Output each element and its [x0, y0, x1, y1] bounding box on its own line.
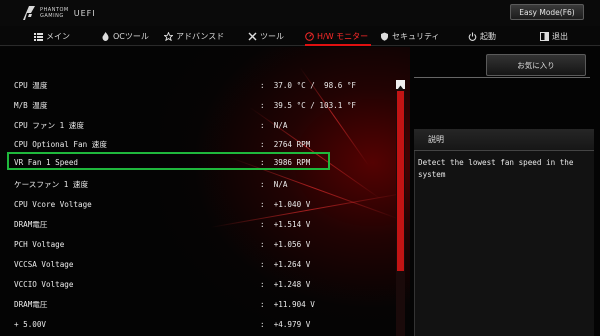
row-value: : +1.514 V [260, 219, 311, 229]
row-value: : +4.979 V [260, 319, 311, 329]
star-icon [164, 31, 173, 41]
tab-label: ツール [260, 31, 284, 41]
tab-oc-tools[interactable]: OCツール [101, 29, 149, 43]
tab-advanced[interactable]: アドバンスド [164, 29, 224, 43]
tab-label: アドバンスド [176, 31, 225, 41]
monitor-row-vccsa-voltage[interactable]: VCCSA Voltage : +1.264 V [14, 256, 394, 272]
row-value: : N/A [260, 120, 288, 130]
monitor-row-cpu-fan-1[interactable]: CPU ファン 1 速度 : N/A [14, 117, 394, 133]
selection-highlight [7, 152, 330, 170]
row-label: CPU Optional Fan 速度 [14, 139, 107, 149]
row-label: DRAM電圧 [14, 299, 48, 309]
top-bar: PHANTOM GAMING UEFI Easy Mode(F6) [0, 0, 600, 26]
tab-label: H/W モニター [317, 31, 369, 41]
hw-monitor-panel: CPU 温度 : 37.0 °C / 98.6 °F M/B 温度 : 39.5… [0, 47, 600, 336]
row-label: VCCSA Voltage [14, 259, 74, 269]
row-label: CPU Vcore Voltage [14, 199, 92, 209]
tab-label: 起動 [480, 31, 496, 41]
row-label: M/B 温度 [14, 100, 48, 110]
easy-mode-button[interactable]: Easy Mode(F6) [510, 4, 584, 20]
logo-line-2: GAMING [40, 13, 64, 19]
tab-boot[interactable]: 起動 [468, 29, 496, 43]
row-label: PCH Voltage [14, 239, 65, 249]
tab-hw-monitor[interactable]: H/W モニター [305, 29, 368, 43]
row-label: VCCIO Voltage [14, 279, 74, 289]
main-navigation: メイン OCツール アドバンスド ツール H/W モニター セキュリティ 起動 … [0, 26, 600, 46]
description-text: Detect the lowest fan speed in the syste… [418, 158, 574, 179]
row-value: : N/A [260, 179, 288, 189]
monitor-row-cpu-temp[interactable]: CPU 温度 : 37.0 °C / 98.6 °F [14, 77, 394, 93]
tab-label: メイン [46, 31, 70, 41]
tab-main[interactable]: メイン [34, 29, 70, 43]
row-label: ケースファン 1 速度 [14, 179, 89, 189]
row-value: : +1.040 V [260, 199, 311, 209]
tab-tools[interactable]: ツール [248, 29, 284, 43]
monitor-row-mb-temp[interactable]: M/B 温度 : 39.5 °C / 103.1 °F [14, 97, 394, 113]
flame-icon [101, 31, 110, 41]
tab-exit[interactable]: 退出 [540, 29, 568, 43]
monitor-row-vccio-voltage[interactable]: VCCIO Voltage : +1.248 V [14, 276, 394, 292]
monitor-row-cpu-vcore[interactable]: CPU Vcore Voltage : +1.040 V [14, 196, 394, 212]
row-value: : +11.904 V [260, 299, 315, 309]
power-icon [468, 32, 477, 41]
scrollbar-thumb[interactable] [397, 91, 404, 271]
tab-label: 退出 [552, 31, 568, 41]
row-label: CPU ファン 1 速度 [14, 120, 84, 130]
row-label: + 5.00V [14, 319, 47, 329]
favorites-button[interactable]: お気に入り [486, 54, 586, 76]
row-value: : 2764 RPM [260, 139, 311, 149]
monitor-row-5v[interactable]: + 5.00V : +4.979 V [14, 316, 394, 332]
asrock-phantom-gaming-logo: PHANTOM GAMING UEFI [22, 4, 96, 22]
tab-label: セキュリティ [392, 31, 440, 41]
monitor-row-pch-voltage[interactable]: PCH Voltage : +1.056 V [14, 236, 394, 252]
scroll-up-button[interactable] [396, 80, 405, 90]
monitor-row-case-fan-1[interactable]: ケースファン 1 速度 : N/A [14, 176, 394, 192]
tab-security[interactable]: セキュリティ [380, 29, 440, 43]
monitor-gauge-icon [305, 31, 314, 41]
tab-label: OCツール [113, 31, 149, 41]
row-value: : 39.5 °C / 103.1 °F [260, 100, 357, 110]
exit-icon [540, 31, 549, 41]
monitor-row-dram-voltage-2[interactable]: DRAM電圧 : +11.904 V [14, 296, 394, 312]
list-icon [34, 32, 43, 41]
monitor-row-cpu-optional-fan[interactable]: CPU Optional Fan 速度 : 2764 RPM [14, 136, 394, 152]
row-label: CPU 温度 [14, 80, 48, 90]
tools-icon [248, 32, 257, 41]
row-value: : 37.0 °C / 98.6 °F [260, 80, 357, 90]
row-label: DRAM電圧 [14, 219, 48, 229]
description-title: 説明 [428, 135, 444, 144]
logo-uefi: UEFI [73, 8, 96, 18]
phantom-logo-icon [22, 5, 36, 21]
monitor-row-dram-voltage[interactable]: DRAM電圧 : +1.514 V [14, 216, 394, 232]
row-value: : +1.056 V [260, 239, 311, 249]
favorites-divider [414, 77, 590, 78]
active-tab-indicator [305, 44, 371, 46]
row-value: : +1.264 V [260, 259, 311, 269]
shield-icon [380, 32, 389, 41]
row-value: : +1.248 V [260, 279, 311, 289]
